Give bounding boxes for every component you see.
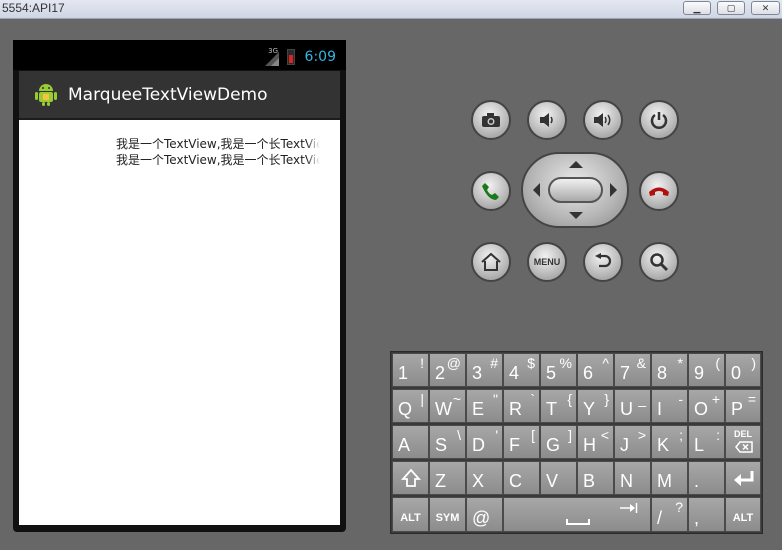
key-o[interactable]: O + [688,389,725,423]
key-7[interactable]: 7 & [614,353,651,387]
window-titlebar: 5554:API17 ▁ ▢ ✕ [0,0,782,19]
status-time: 6:09 [304,49,336,65]
key-sym[interactable]: SYM [429,497,466,532]
app-content: 我是一个TextView,我是一个长TextView 我是一个TextView,… [19,120,340,525]
shift-icon [401,468,421,487]
key-t[interactable]: T{ [540,389,577,423]
key-x[interactable]: X [466,461,503,495]
key-z[interactable]: Z [429,461,466,495]
key-e[interactable]: E " [466,389,503,423]
key-g[interactable]: G] [540,425,577,459]
key-s[interactable]: S \ [429,425,466,459]
key-2[interactable]: 2 @ [429,353,466,387]
key-m[interactable]: M [651,461,688,495]
volume-up-icon [594,113,611,127]
volume-up-button[interactable] [583,100,623,140]
key-n[interactable]: N [614,461,651,495]
key-alt-right[interactable]: ALT [725,497,761,532]
app-title: MarqueeTextViewDemo [68,85,268,105]
key-6[interactable]: 6 ^ [577,353,614,387]
volume-down-icon [540,113,553,127]
key-space[interactable] [503,497,651,532]
key-shift[interactable] [392,461,429,495]
key-del[interactable]: DEL [725,425,761,459]
minimize-button[interactable]: ▁ [683,1,711,15]
key-3[interactable]: 3 # [466,353,503,387]
dpad-center-button[interactable] [548,177,603,203]
search-button[interactable] [639,242,679,282]
key-r[interactable]: R ` [503,389,540,423]
power-button[interactable] [639,100,679,140]
power-icon [650,112,668,129]
menu-label: MENU [533,257,561,267]
action-bar: MarqueeTextViewDemo [19,71,340,120]
window-title: 5554:API17 [2,1,65,15]
dpad-up-icon[interactable] [569,161,583,168]
key-d[interactable]: D ' [466,425,503,459]
tab-icon [620,503,638,513]
key-l[interactable]: L: [688,425,725,459]
back-button[interactable] [583,242,623,282]
key-i[interactable]: I- [651,389,688,423]
key-j[interactable]: J > [614,425,651,459]
search-icon [650,253,669,272]
key-c[interactable]: C [503,461,540,495]
key-alt-left[interactable]: ALT [392,497,429,532]
key-9[interactable]: 9( [688,353,725,387]
phone-call-icon [482,183,499,200]
key-u[interactable]: U _ [614,389,651,423]
hardware-keyboard: 1! 2 @ 3 # 4 $ 5% 6 ^ 7 & 8 * 9( 0) Q | W ~ E " R… [390,351,763,534]
key-slash[interactable]: /? [651,497,688,532]
menu-button[interactable]: MENU [527,242,567,282]
dpad[interactable] [521,152,629,228]
key-q[interactable]: Q | [392,389,429,423]
key-comma[interactable]: , [688,497,725,532]
battery-icon [287,49,295,65]
camera-icon [482,113,500,127]
key-enter[interactable] [725,461,761,495]
key-f[interactable]: F[ [503,425,540,459]
status-bar: 3G 6:09 [13,40,346,70]
key-0[interactable]: 0) [725,353,761,387]
key-h[interactable]: H < [577,425,614,459]
backspace-icon [735,441,753,453]
key-k[interactable]: K; [651,425,688,459]
key-1[interactable]: 1! [392,353,429,387]
maximize-button[interactable]: ▢ [717,1,745,15]
key-y[interactable]: Y} [577,389,614,423]
call-button[interactable] [471,171,511,211]
key-5[interactable]: 5% [540,353,577,387]
home-button[interactable] [471,242,511,282]
close-button[interactable]: ✕ [751,1,780,15]
dpad-left-icon[interactable] [533,183,540,197]
marquee-text-1: 我是一个TextView,我是一个长TextView [116,136,320,152]
home-icon [481,252,501,271]
marquee-text-2: 我是一个TextView,我是一个长TextView [116,152,320,168]
key-4[interactable]: 4 $ [503,353,540,387]
android-app-icon [35,84,57,106]
space-icon [566,519,590,525]
enter-icon [734,471,754,486]
key-v[interactable]: V [540,461,577,495]
key-w[interactable]: W ~ [429,389,466,423]
end-call-button[interactable] [639,171,679,211]
key-a[interactable]: A [392,425,429,459]
key-at[interactable]: @ [466,497,503,532]
key-8[interactable]: 8 * [651,353,688,387]
volume-down-button[interactable] [527,100,567,140]
dpad-down-icon[interactable] [569,212,583,219]
camera-button[interactable] [471,100,511,140]
dpad-right-icon[interactable] [610,183,617,197]
end-call-icon [649,187,669,196]
key-p[interactable]: P = [725,389,761,423]
network-type: 3G [268,47,278,55]
key-period[interactable]: . [688,461,725,495]
key-b[interactable]: B [577,461,614,495]
back-icon [595,253,612,268]
